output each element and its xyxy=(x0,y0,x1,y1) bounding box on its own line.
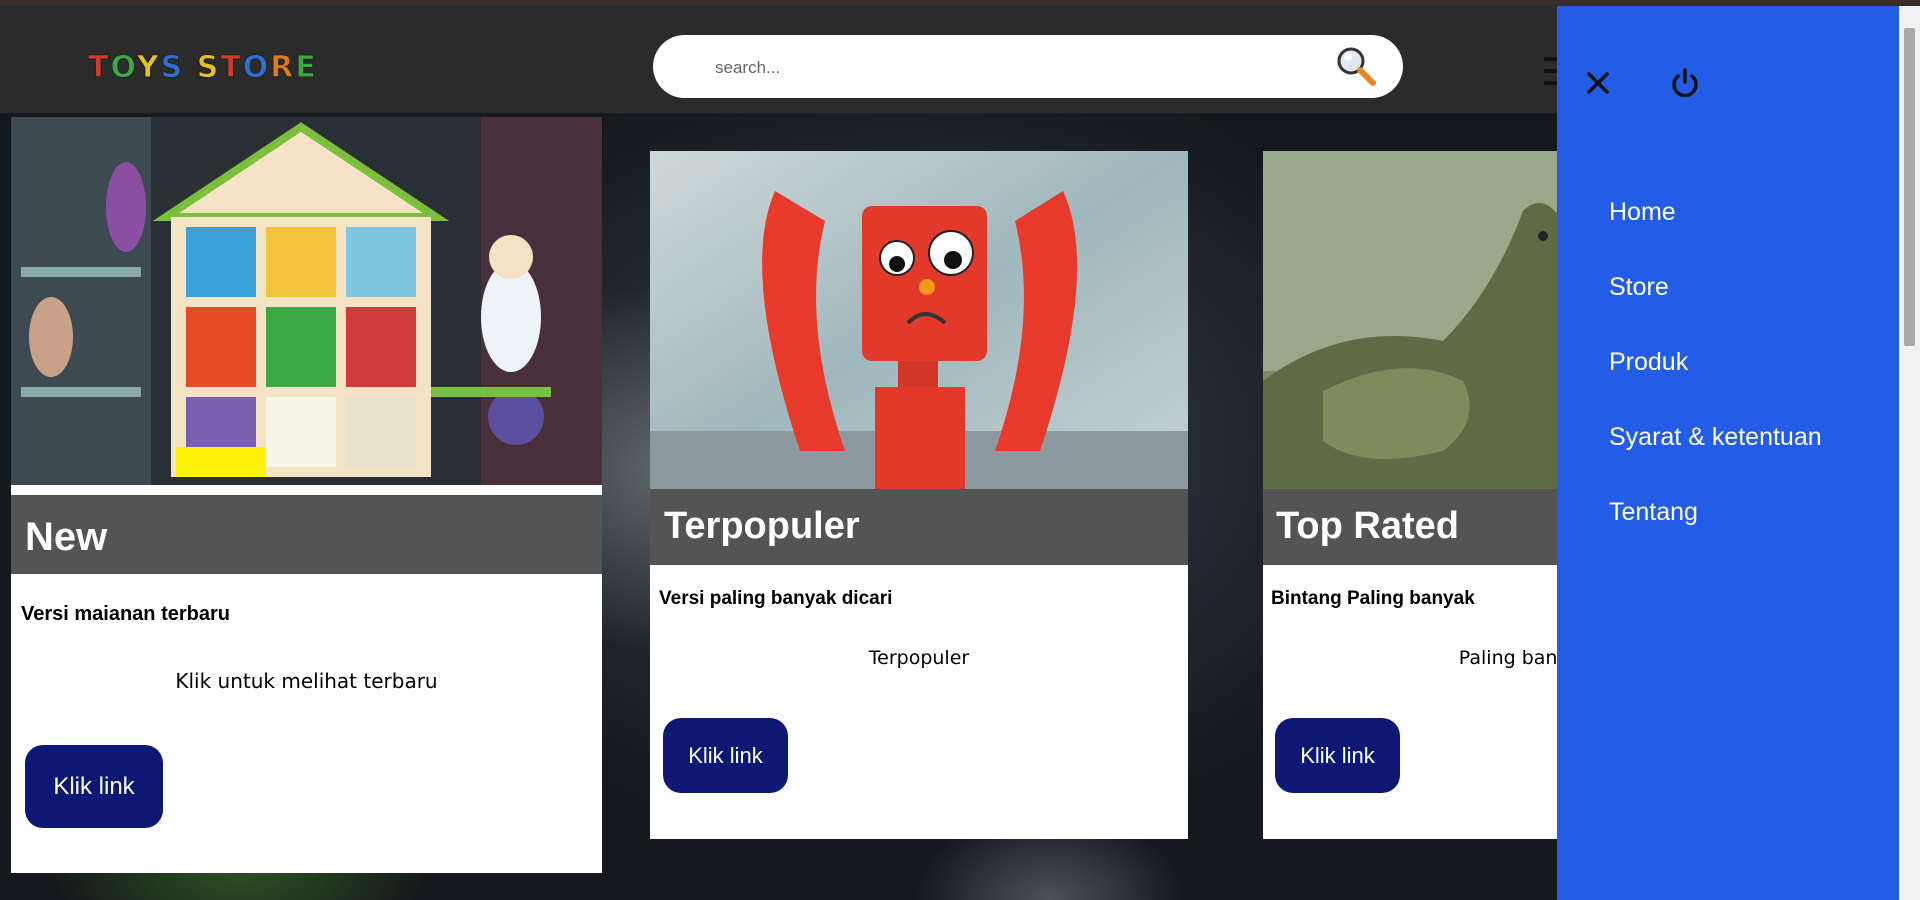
search-icon[interactable] xyxy=(1333,43,1379,89)
card-link-button[interactable]: Klik link xyxy=(663,718,788,793)
card-link-button[interactable]: Klik link xyxy=(25,745,163,828)
card-link-button[interactable]: Klik link xyxy=(1275,718,1400,793)
card-text: Klik untuk melihat terbaru xyxy=(175,669,438,693)
power-icon[interactable] xyxy=(1670,67,1700,99)
search-input[interactable] xyxy=(713,53,1317,83)
card-title: Terpopuler xyxy=(650,489,1188,565)
side-menu: Home Store Produk Syarat & ketentuan Ten… xyxy=(1557,6,1899,900)
scrollbar[interactable] xyxy=(1899,6,1920,900)
logo-letter: Y xyxy=(136,50,161,86)
menu-item-home[interactable]: Home xyxy=(1609,198,1676,227)
card-title: New xyxy=(11,495,602,574)
search-bar xyxy=(653,35,1403,98)
logo-letter: T xyxy=(220,50,243,86)
logo-letter xyxy=(184,50,196,85)
card-subtitle: Versi paling banyak dicari xyxy=(659,588,893,609)
red-robot-toy-image xyxy=(650,151,1188,489)
scrollbar-thumb[interactable] xyxy=(1904,28,1915,346)
logo-letter: R xyxy=(270,50,296,86)
menu-item-syarat-ketentuan[interactable]: Syarat & ketentuan xyxy=(1609,423,1822,452)
logo-letter: O xyxy=(242,50,271,86)
logo-letter: O xyxy=(110,50,137,86)
logo-letter: S xyxy=(196,50,221,86)
menu-item-tentang[interactable]: Tentang xyxy=(1609,498,1698,527)
logo-letter: T xyxy=(87,50,111,86)
menu-item-store[interactable]: Store xyxy=(1609,273,1669,302)
logo-letter: S xyxy=(160,50,185,86)
menu-item-produk[interactable]: Produk xyxy=(1609,348,1688,377)
logo-letter: E xyxy=(295,50,318,86)
card-terpopuler: Terpopuler Versi paling banyak dicari Te… xyxy=(650,151,1188,839)
card-subtitle: Bintang Paling banyak xyxy=(1271,588,1475,609)
close-icon[interactable] xyxy=(1586,71,1610,95)
card-new: New Versi maianan terbaru Klik untuk mel… xyxy=(11,117,602,873)
card-text: Terpopuler xyxy=(868,647,970,669)
dollhouse-toy-shop-image xyxy=(11,117,602,491)
card-subtitle: Versi maianan terbaru xyxy=(21,603,230,625)
logo[interactable]: TOYS STORE xyxy=(87,50,318,86)
